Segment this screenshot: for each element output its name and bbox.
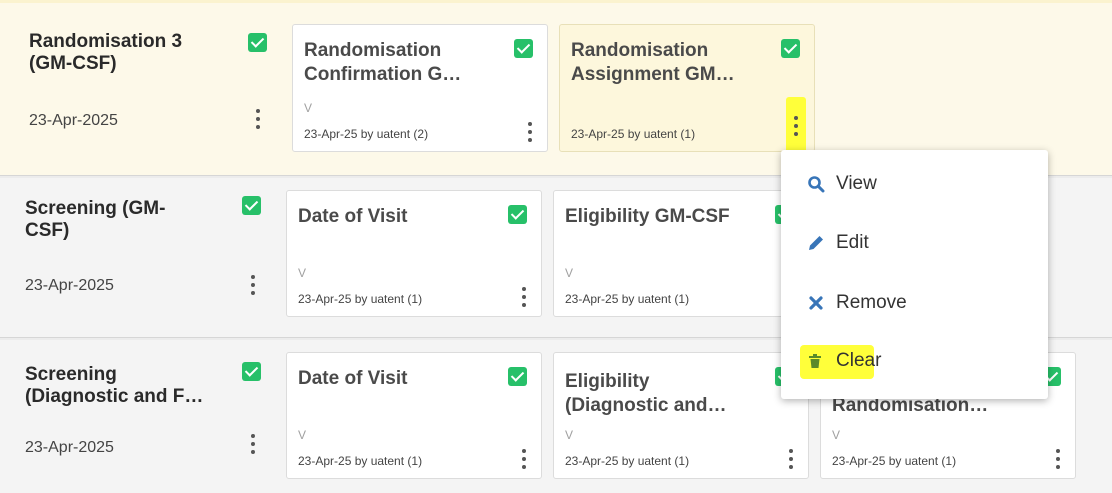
form-checkbox[interactable] [781,39,800,58]
form-title: Date of Visit [298,368,408,389]
form-card[interactable]: Eligibility (Diagnostic and… V 23-Apr-25 … [553,352,809,479]
form-meta: 23-Apr-25 by uatent (1) [298,292,423,306]
verified-badge: V [832,428,841,442]
pencil-icon [807,234,825,252]
visit-checkbox[interactable] [242,196,261,215]
form-card[interactable]: Eligibility GM-CSF V 23-Apr-25 by uatent… [553,190,809,317]
trash-icon [806,352,824,370]
verified-badge: V [565,428,574,442]
visit-date: 23-Apr-2025 [29,112,118,129]
menu-item-clear[interactable]: Clear [781,333,1048,391]
form-more-icon[interactable] [519,285,529,309]
form-card[interactable]: Date of Visit V 23-Apr-25 by uatent (1) [286,352,542,479]
close-icon [807,294,825,312]
form-title: Randomisation Assignment GM… [571,40,735,85]
form-more-icon[interactable] [786,447,796,471]
form-more-icon[interactable] [519,447,529,471]
form-meta: 23-Apr-25 by uatent (1) [832,454,957,468]
form-card-selected[interactable]: Randomisation Assignment GM… 23-Apr-25 by… [559,24,815,152]
form-card[interactable]: Date of Visit V 23-Apr-25 by uatent (1) [286,190,542,317]
form-checkbox[interactable] [514,39,533,58]
form-title: Randomisation Confirmation G… [304,40,462,85]
menu-item-view[interactable]: View [781,156,1048,214]
form-title: Eligibility GM-CSF [565,206,730,227]
visit-more-icon[interactable] [248,273,258,297]
form-meta: 23-Apr-25 by uatent (1) [571,127,696,141]
visit-checkbox[interactable] [242,362,261,381]
form-more-icon[interactable] [525,120,535,144]
verified-badge: V [298,266,307,280]
visit-checkbox[interactable] [248,33,267,52]
form-card[interactable]: Randomisation Confirmation G… V 23-Apr-25… [292,24,548,152]
form-meta: 23-Apr-25 by uatent (1) [565,292,690,306]
form-meta: 23-Apr-25 by uatent (1) [565,454,690,468]
verified-badge: V [298,428,307,442]
form-more-icon-active[interactable] [791,114,801,138]
form-more-icon[interactable] [1053,447,1063,471]
visit-title: Randomisation 3 (GM-CSF) [29,31,183,74]
verified-badge: V [565,266,574,280]
form-meta: 23-Apr-25 by uatent (2) [304,127,429,141]
visit-title: Screening (GM- CSF) [25,198,166,241]
form-meta: 23-Apr-25 by uatent (1) [298,454,423,468]
visit-date: 23-Apr-2025 [25,277,114,294]
visit-title: Screening (Diagnostic and F… [25,364,204,407]
visit-more-icon[interactable] [248,432,258,456]
visit-more-icon[interactable] [253,107,263,131]
verified-badge: V [304,101,313,115]
active-more-highlight [786,97,806,154]
form-checkbox[interactable] [508,367,527,386]
form-title: Date of Visit [298,206,408,227]
menu-item-remove[interactable]: Remove [781,275,1048,333]
search-icon [807,175,825,193]
context-menu: View Edit Remove Clear [781,150,1048,399]
form-checkbox[interactable] [508,205,527,224]
menu-item-edit[interactable]: Edit [781,215,1048,273]
visit-date: 23-Apr-2025 [25,439,114,456]
form-title: Eligibility (Diagnostic and… [565,371,727,416]
